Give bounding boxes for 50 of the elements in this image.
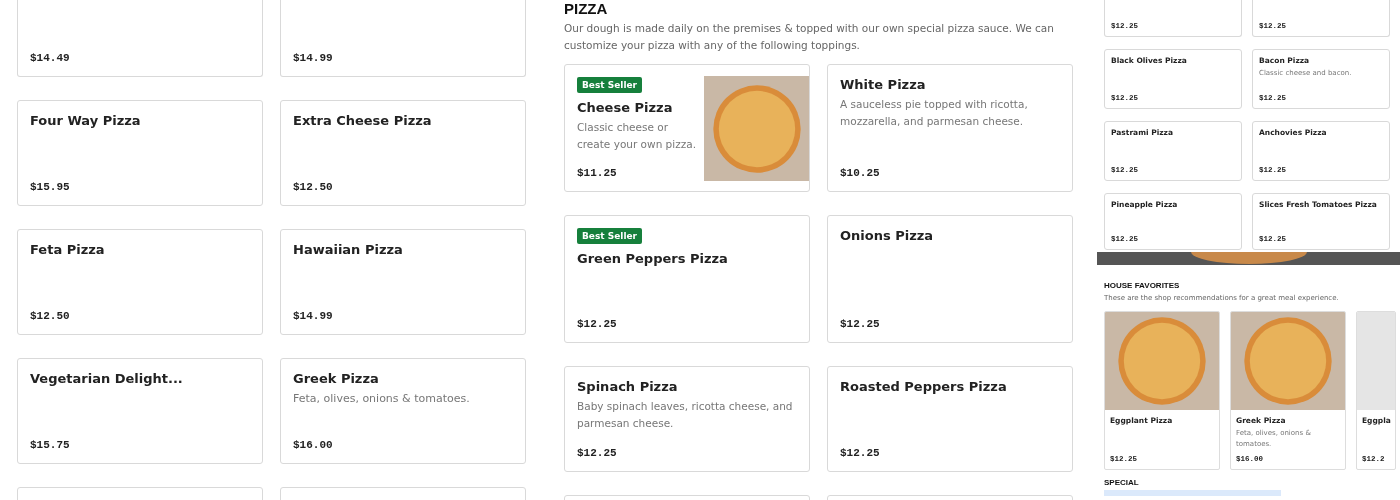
price: $11.25 [577, 167, 618, 180]
menu-card[interactable]: White Pizza A sauceless pie topped with ricotta, mozzarella, and parmesan cheese. $10.25 [827, 64, 1073, 193]
best-seller-badge: Best Seller [577, 228, 643, 245]
menu-card[interactable]: $14.49 [17, 0, 263, 77]
menu-card[interactable]: Extra Cheese Pizza $12.50 [280, 100, 526, 206]
menu-card[interactable]: Spinach Pizza Baby spinach leaves, ricotta cheese, and parmesan cheese. $12.25 [564, 366, 810, 473]
item-name: Feta Pizza [30, 242, 106, 257]
item-name: Green Peppers Pizza [577, 251, 729, 267]
price: $15.95 [30, 181, 71, 193]
item-description: A sauceless pie topped with ricotta, mozzarella, and parmesan cheese. [840, 97, 1029, 129]
item-name: Onions Pizza [840, 228, 935, 244]
section-description: Our dough is made daily on the premises & topped with our own special pizza sauce. We can customize your pizza with any of the following toppings. [564, 21, 1055, 53]
price: $16.00 [293, 439, 334, 451]
best-seller-badge: Best Seller [577, 77, 643, 94]
price: $12.50 [30, 310, 71, 322]
menu-card[interactable]: Onions Pizza $12.25 [827, 215, 1073, 344]
menu-card[interactable]: Best Seller Cheese Pizza Classic cheese or create your own pizza. $11.25 [564, 64, 810, 193]
section-title: SPECIAL [1104, 478, 1140, 488]
price: $14.99 [293, 310, 334, 322]
menu-card[interactable]: $14.99 [280, 0, 526, 77]
item-name: Four Way Pizza [30, 113, 142, 128]
item-name: Greek Pizza [293, 371, 380, 386]
menu-card[interactable]: Feta Pizza $12.50 [17, 229, 263, 335]
item-name: Extra Cheese Pizza [293, 113, 433, 128]
item-description: Baby spinach leaves, ricotta cheese, and parmesan cheese. [577, 399, 794, 431]
item-name: Roasted Peppers Pizza [840, 379, 1008, 395]
price: $14.49 [30, 52, 71, 64]
price: $10.25 [840, 167, 881, 180]
price: $12.50 [293, 181, 334, 193]
item-name: Vegetarian Delight... [30, 371, 184, 386]
item-description: Feta, olives, onions & tomatoes. [293, 391, 471, 408]
price: $12.25 [840, 447, 881, 460]
price: $12.25 [840, 318, 881, 331]
section-title: PIZZA [564, 0, 609, 17]
menu-card[interactable]: Four Way Pizza $15.95 [17, 100, 263, 206]
menu-card[interactable]: Roasted Peppers Pizza $12.25 [827, 366, 1073, 473]
menu-card[interactable]: Best Seller Green Peppers Pizza $12.25 [564, 215, 810, 344]
price: $15.75 [30, 439, 71, 451]
menu-card[interactable]: Greek Pizza Feta, olives, onions & tomatoes. $16.00 [280, 358, 526, 464]
item-name: Hawaiian Pizza [293, 242, 404, 257]
item-name: Spinach Pizza [577, 379, 679, 395]
price: $12.25 [577, 318, 618, 331]
price: $12.25 [577, 447, 618, 460]
item-name: Cheese Pizza [577, 100, 674, 116]
menu-card[interactable]: Vegetarian Delight... $15.75 [17, 358, 263, 464]
section-title: HOUSE FAVORITES [1104, 281, 1181, 290]
item-description: Classic cheese or create your own pizza. [577, 120, 696, 152]
menu-card[interactable]: Hawaiian Pizza $14.99 [280, 229, 526, 335]
price: $14.99 [293, 52, 334, 64]
item-name: White Pizza [840, 77, 927, 93]
